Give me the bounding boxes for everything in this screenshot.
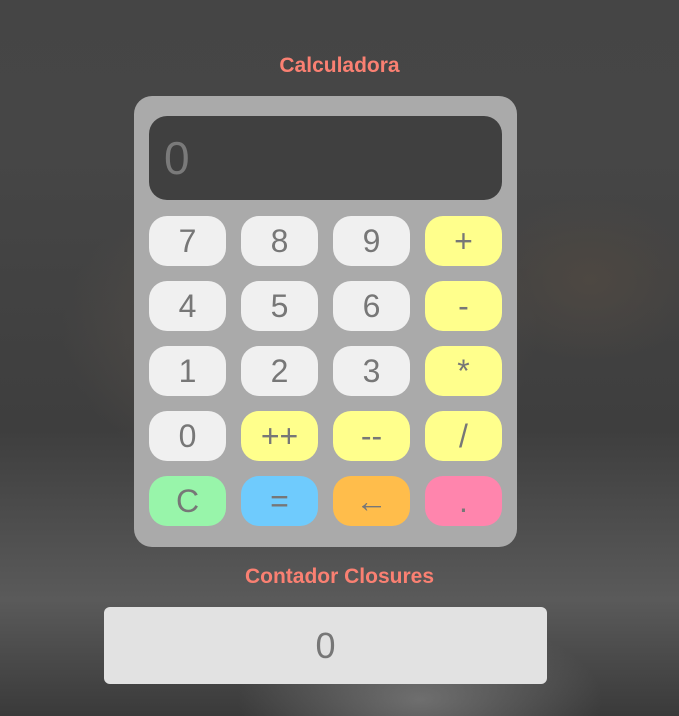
key-plus-button[interactable]: + — [425, 216, 502, 266]
counter-display[interactable]: 0 — [104, 607, 547, 684]
key-increment-button[interactable]: ++ — [241, 411, 318, 461]
key-1-button[interactable]: 1 — [149, 346, 226, 396]
key-clear-button[interactable]: C — [149, 476, 226, 526]
key-6-button[interactable]: 6 — [333, 281, 410, 331]
key-backspace-button[interactable]: ← — [333, 476, 410, 526]
calculator-display: 0 — [149, 116, 502, 200]
calculator-title: Calculadora — [279, 54, 400, 77]
key-7-button[interactable]: 7 — [149, 216, 226, 266]
key-minus-button[interactable]: - — [425, 281, 502, 331]
key-divide-button[interactable]: / — [425, 411, 502, 461]
key-3-button[interactable]: 3 — [333, 346, 410, 396]
counter-title: Contador Closures — [244, 565, 435, 588]
key-5-button[interactable]: 5 — [241, 281, 318, 331]
calculator-panel: 0 7 8 9 +4 5 6- 1 2 3 * 0 ++ -- / C = ←. — [134, 96, 517, 547]
key-decimal-button[interactable]: . — [425, 476, 502, 526]
key-equals-button[interactable]: = — [241, 476, 318, 526]
keypad: 7 8 9 +4 5 6- 1 2 3 * 0 ++ -- / C = ←. — [149, 216, 502, 526]
key-9-button[interactable]: 9 — [333, 216, 410, 266]
key-multiply-button[interactable]: * — [425, 346, 502, 396]
key-4-button[interactable]: 4 — [149, 281, 226, 331]
key-0-button[interactable]: 0 — [149, 411, 226, 461]
key-2-button[interactable]: 2 — [241, 346, 318, 396]
key-8-button[interactable]: 8 — [241, 216, 318, 266]
key-decrement-button[interactable]: -- — [333, 411, 410, 461]
